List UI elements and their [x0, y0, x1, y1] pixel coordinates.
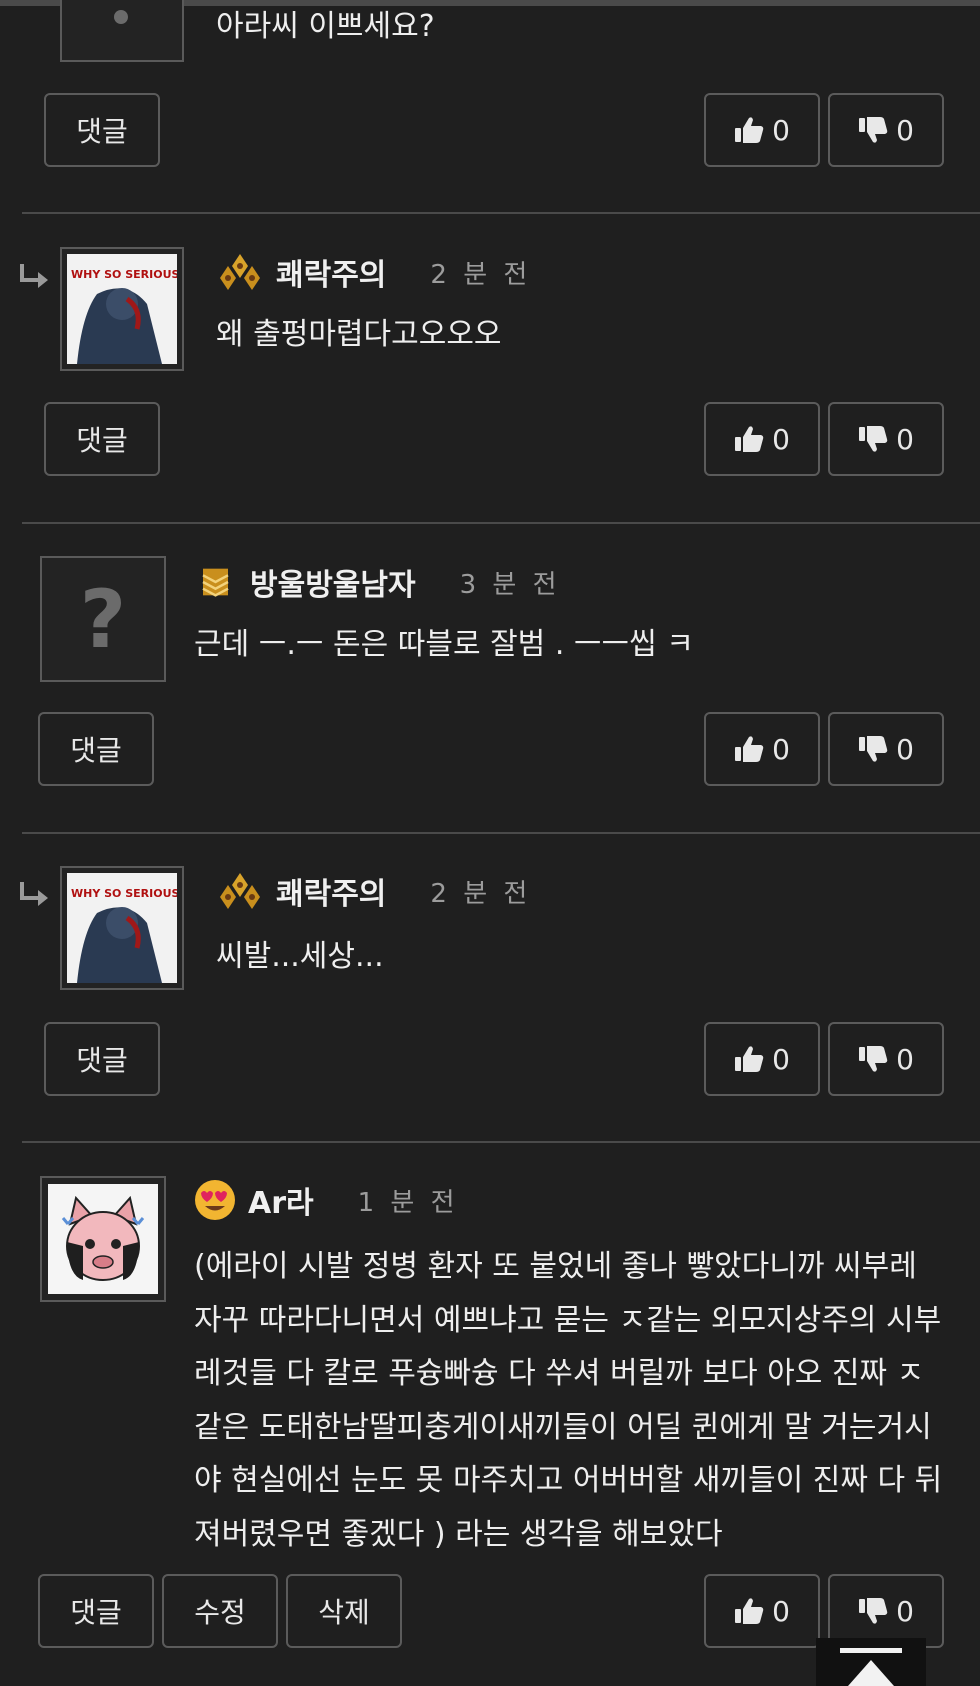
dislike-button[interactable]: 0: [828, 712, 944, 786]
thumbs-up-icon: [735, 1046, 764, 1072]
like-count: 0: [772, 422, 790, 456]
avatar-text: WHY SO SERIOUS?: [71, 887, 177, 900]
avatar[interactable]: [60, 0, 184, 62]
thumbs-down-icon: [859, 117, 888, 143]
thumbs-up-icon: [735, 736, 764, 762]
dislike-button[interactable]: 0: [828, 1022, 944, 1096]
comment-text: 왜 출펑마렵다고오오오: [216, 317, 502, 352]
default-avatar-icon: ?: [79, 572, 127, 666]
author-name[interactable]: 쾌락주의: [276, 869, 386, 913]
comment-divider: [22, 212, 980, 214]
avatar-text: WHY SO SERIOUS?: [71, 268, 177, 281]
joker-avatar-image: WHY SO SERIOUS?: [67, 873, 177, 983]
comment-text-line: 자꾸 따라다니면서 예쁘냐고 묻는 ㅈ같는 외모지상주의 시부: [194, 1302, 942, 1338]
like-button[interactable]: 0: [704, 1022, 820, 1096]
edit-label: 수정: [194, 1596, 246, 1629]
comment-header: 쾌락주의 2 분 전: [216, 869, 532, 913]
avatar[interactable]: ?: [40, 556, 166, 682]
like-count: 0: [772, 732, 790, 766]
author-name[interactable]: 쾌락주의: [276, 250, 386, 294]
thumbs-up-icon: [735, 426, 764, 452]
scroll-to-top-button[interactable]: [816, 1638, 926, 1686]
dislike-count: 0: [896, 422, 914, 456]
comment-header: 쾌락주의 2 분 전: [216, 250, 532, 294]
cat-girl-avatar-image: [48, 1184, 158, 1294]
reply-label: 댓글: [70, 734, 122, 767]
comment-divider: [22, 832, 980, 834]
dislike-count: 0: [896, 1042, 914, 1076]
avatar[interactable]: [40, 1176, 166, 1302]
joker-avatar-image: WHY SO SERIOUS?: [67, 254, 177, 364]
comment-divider: [22, 1141, 980, 1143]
like-button[interactable]: 0: [704, 1574, 820, 1648]
comment-time: 3 분 전: [459, 569, 561, 600]
author-name[interactable]: Ar라: [248, 1178, 314, 1222]
reply-label: 댓글: [76, 1044, 128, 1077]
thumbs-up-icon: [735, 117, 764, 143]
dislike-count: 0: [896, 732, 914, 766]
delete-button[interactable]: 삭제: [286, 1574, 402, 1648]
default-avatar-icon: [62, 0, 182, 60]
dislike-count: 0: [896, 113, 914, 147]
dislike-button[interactable]: 0: [828, 93, 944, 167]
reply-arrow-icon: [20, 264, 48, 288]
like-button[interactable]: 0: [704, 93, 820, 167]
reply-button[interactable]: 댓글: [44, 93, 160, 167]
thumbs-down-icon: [859, 736, 888, 762]
thumbs-up-icon: [735, 1598, 764, 1624]
dislike-count: 0: [896, 1594, 914, 1628]
comment-text: 아라씨 이쁘세요?: [216, 9, 435, 44]
thumbs-down-icon: [859, 1046, 888, 1072]
thumbs-down-icon: [859, 426, 888, 452]
comment-text: 씨발...세상...: [216, 939, 384, 974]
comment-text-line: 같은 도태한남딸피충게이새끼들이 어딜 퀸에게 말 거는거시: [194, 1409, 932, 1445]
comment-text-line: 야 현실에선 눈도 못 마주치고 어버버할 새끼들이 진짜 다 뒤: [194, 1463, 943, 1498]
comment-text-line: 져버렸우면 좋겠다 ) 라는 생각을 해보았다: [194, 1516, 723, 1552]
comment-text: (에라이 시발 정병 환자 또 붙었네 좋나 빻았다니까 씨부레 자꾸 따라다니…: [194, 1240, 942, 1561]
comment-header: 방울방울남자 3 분 전: [198, 560, 561, 604]
reply-button[interactable]: 댓글: [38, 712, 154, 786]
reply-label: 댓글: [76, 424, 128, 457]
avatar[interactable]: WHY SO SERIOUS?: [60, 247, 184, 371]
reply-label: 댓글: [76, 115, 128, 148]
author-name[interactable]: 방울방울남자: [250, 560, 416, 604]
comment-text-line: 레것들 다 칼로 푸슝빠슝 다 쑤셔 버릴까 보다 아오 진짜 ㅈ: [194, 1356, 925, 1391]
reply-arrow-icon: [20, 882, 48, 906]
level-badge-icon: [202, 568, 229, 597]
reply-button[interactable]: 댓글: [38, 1574, 154, 1648]
emoji-heart-eyes-icon: [195, 1180, 235, 1220]
like-button[interactable]: 0: [704, 402, 820, 476]
comment-text: 근데 ㅡ.ㅡ 돈은 따블로 잘범 . ㅡㅡ씹 ㅋ: [194, 627, 694, 662]
like-count: 0: [772, 1594, 790, 1628]
dislike-button[interactable]: 0: [828, 1574, 944, 1648]
like-count: 0: [772, 113, 790, 147]
comment-divider: [22, 522, 980, 524]
dislike-button[interactable]: 0: [828, 402, 944, 476]
level-badge-icon: [220, 254, 260, 290]
avatar[interactable]: WHY SO SERIOUS?: [60, 866, 184, 990]
comment-header: Ar라 1 분 전: [194, 1178, 459, 1222]
reply-button[interactable]: 댓글: [44, 402, 160, 476]
like-count: 0: [772, 1042, 790, 1076]
comment-text-line: (에라이 시발 정병 환자 또 붙었네 좋나 빻았다니까 씨부레: [194, 1249, 917, 1284]
reply-button[interactable]: 댓글: [44, 1022, 160, 1096]
comment-time: 1 분 전: [357, 1187, 459, 1218]
thumbs-down-icon: [859, 1598, 888, 1624]
scroll-to-top-icon: [840, 1648, 902, 1686]
delete-label: 삭제: [318, 1596, 370, 1629]
edit-button[interactable]: 수정: [162, 1574, 278, 1648]
comment-time: 2 분 전: [430, 878, 532, 909]
comment-time: 2 분 전: [430, 259, 532, 290]
like-button[interactable]: 0: [704, 712, 820, 786]
level-badge-icon: [220, 873, 260, 909]
default-avatar-dot: [114, 10, 128, 24]
reply-label: 댓글: [70, 1596, 122, 1629]
